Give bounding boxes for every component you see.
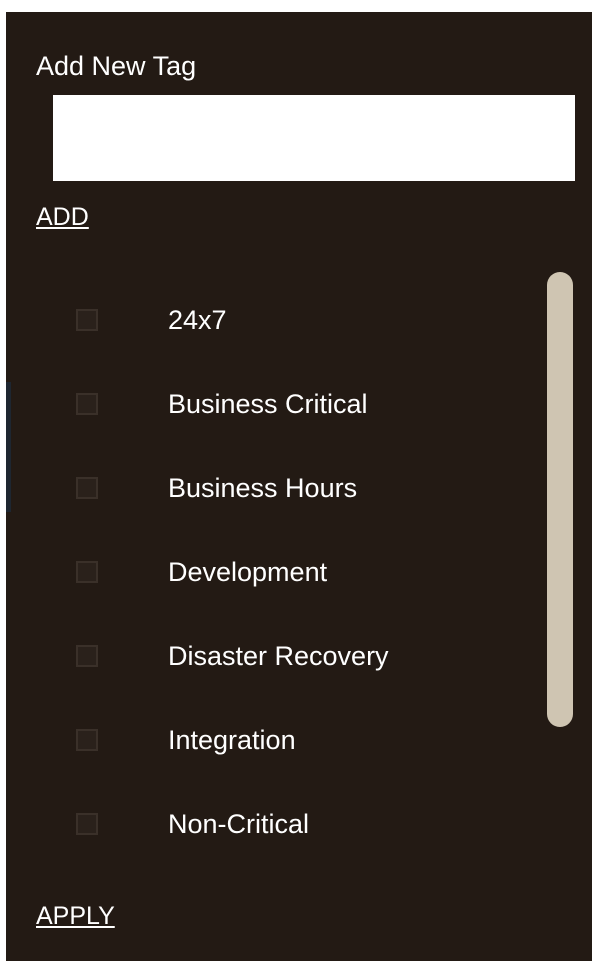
tag-item-disaster-recovery[interactable]: Disaster Recovery (76, 636, 389, 676)
tag-checkbox[interactable] (76, 729, 98, 751)
tag-label: Non-Critical (168, 808, 310, 839)
tag-item-24x7[interactable]: 24x7 (76, 300, 227, 340)
tag-item-development[interactable]: Development (76, 552, 327, 592)
apply-button[interactable]: APPLY (36, 900, 115, 932)
tag-checkbox[interactable] (76, 645, 98, 667)
tag-checkbox[interactable] (76, 477, 98, 499)
tag-item-integration[interactable]: Integration (76, 720, 296, 760)
tag-item-business-critical[interactable]: Business Critical (76, 384, 368, 424)
tag-label: Business Critical (168, 388, 368, 419)
tag-checkbox[interactable] (76, 561, 98, 583)
tag-list: 24x7 Business Critical Business Hours De… (6, 280, 592, 860)
tag-label: 24x7 (168, 304, 227, 335)
add-tag-panel: Add New Tag ADD 24x7 Business Critical B… (6, 12, 592, 961)
tag-checkbox[interactable] (76, 393, 98, 415)
new-tag-input[interactable] (53, 95, 575, 181)
tag-checkbox[interactable] (76, 309, 98, 331)
tag-item-business-hours[interactable]: Business Hours (76, 468, 357, 508)
add-button[interactable]: ADD (36, 201, 89, 233)
tag-label: Business Hours (168, 472, 358, 503)
tag-label: Development (168, 556, 328, 587)
tag-label: Disaster Recovery (168, 640, 389, 671)
tag-checkbox[interactable] (76, 813, 98, 835)
tag-list-scrollbar[interactable] (547, 272, 573, 727)
add-new-tag-heading: Add New Tag (36, 51, 197, 81)
tag-item-non-critical[interactable]: Non-Critical (76, 804, 309, 844)
tag-label: Integration (168, 724, 296, 755)
